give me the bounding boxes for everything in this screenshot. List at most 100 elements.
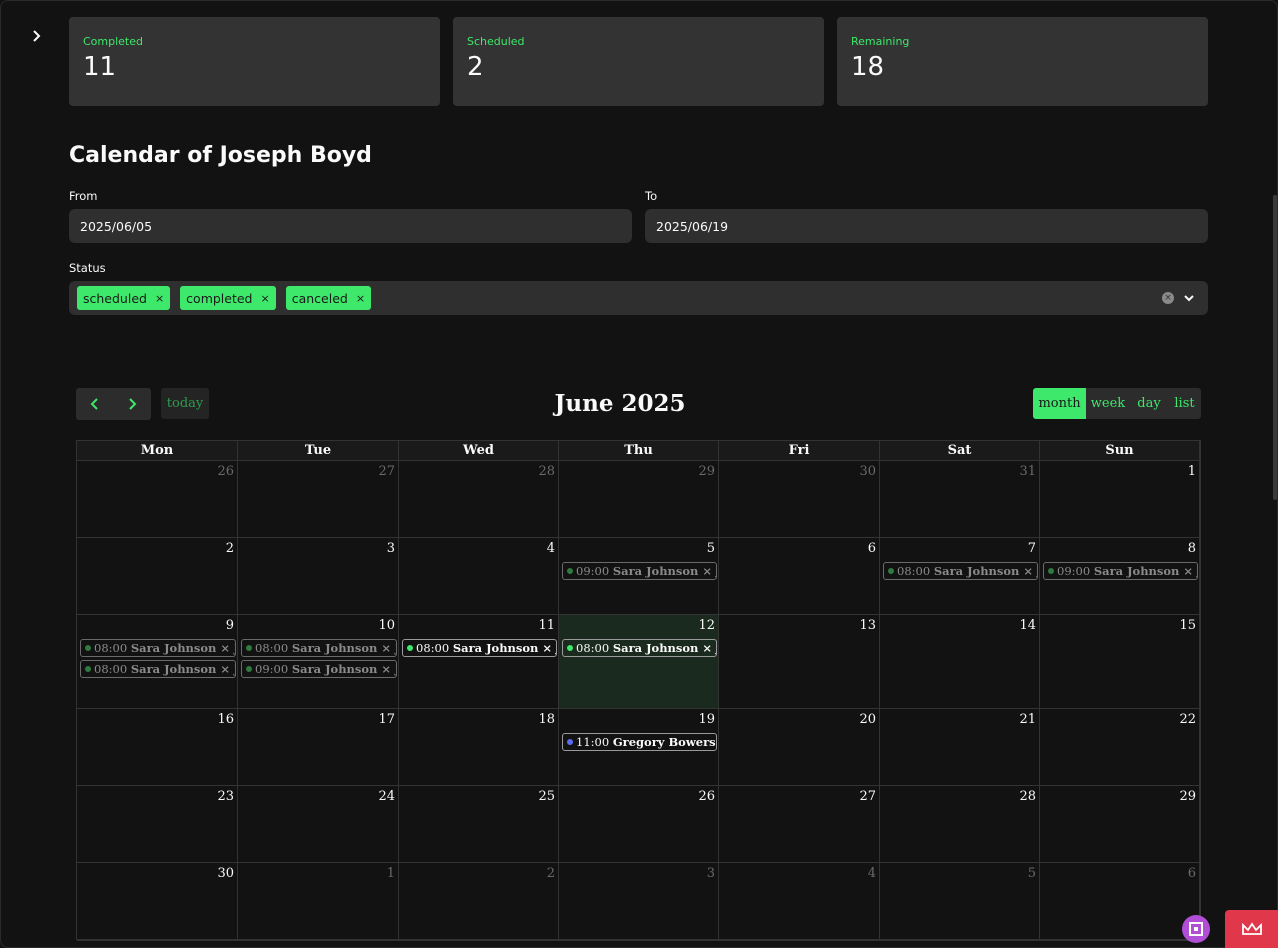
day-number[interactable]: 11 — [538, 618, 555, 633]
day-number[interactable]: 31 — [1019, 464, 1036, 479]
view-month-button[interactable]: month — [1033, 388, 1086, 419]
chip-remove-icon[interactable]: × — [155, 292, 164, 305]
deploy-badge[interactable] — [1225, 910, 1278, 948]
day-number[interactable]: 5 — [1028, 866, 1036, 881]
day-number[interactable]: 26 — [698, 789, 715, 804]
app-badge[interactable] — [1182, 915, 1210, 943]
day-cell[interactable]: 29 — [559, 461, 719, 537]
day-cell[interactable]: 12 08:00 Sara Johnson × Joseph Boyd — [559, 615, 719, 708]
day-number[interactable]: 7 — [1028, 541, 1036, 556]
clear-all-icon[interactable]: × — [1162, 292, 1174, 304]
day-number[interactable]: 15 — [1179, 618, 1196, 633]
day-cell[interactable]: 6 — [1040, 863, 1200, 940]
calendar-event[interactable]: 09:00 Sara Johnson × Joseph Boyd — [1043, 562, 1198, 580]
day-number[interactable]: 27 — [859, 789, 876, 804]
day-cell[interactable]: 29 — [1040, 786, 1200, 862]
day-number[interactable]: 19 — [698, 712, 715, 727]
day-cell[interactable]: 28 — [399, 461, 559, 537]
view-list-button[interactable]: list — [1168, 388, 1201, 419]
day-cell[interactable]: 16 — [77, 709, 238, 785]
day-cell[interactable]: 26 — [559, 786, 719, 862]
day-cell[interactable]: 2 — [399, 863, 559, 940]
status-chip-canceled[interactable]: canceled × — [285, 286, 372, 310]
status-chip-completed[interactable]: completed × — [180, 286, 276, 310]
day-cell[interactable]: 26 — [77, 461, 238, 537]
day-cell[interactable]: 20 — [719, 709, 880, 785]
day-number[interactable]: 4 — [868, 866, 876, 881]
day-cell[interactable]: 11 08:00 Sara Johnson × Joseph Boyd — [399, 615, 559, 708]
day-number[interactable]: 12 — [698, 618, 715, 633]
day-number[interactable]: 16 — [217, 712, 234, 727]
day-cell[interactable]: 24 — [238, 786, 399, 862]
day-cell[interactable]: 31 — [880, 461, 1040, 537]
view-day-button[interactable]: day — [1130, 388, 1168, 419]
chip-remove-icon[interactable]: × — [261, 292, 270, 305]
day-cell[interactable]: 25 — [399, 786, 559, 862]
calendar-event[interactable]: 08:00 Sara Johnson × Joseph Boyd — [80, 660, 236, 678]
day-cell[interactable]: 5 — [880, 863, 1040, 940]
dropdown-toggle[interactable] — [1183, 290, 1195, 309]
day-number[interactable]: 27 — [378, 464, 395, 479]
day-cell[interactable]: 23 — [77, 786, 238, 862]
day-cell[interactable]: 1008:00 Sara Johnson × Joseph Boyd09:00 … — [238, 615, 399, 708]
day-number[interactable]: 26 — [217, 464, 234, 479]
day-cell[interactable]: 28 — [880, 786, 1040, 862]
today-button[interactable]: today — [161, 388, 209, 419]
day-number[interactable]: 23 — [217, 789, 234, 804]
day-cell[interactable]: 22 — [1040, 709, 1200, 785]
day-number[interactable]: 9 — [226, 618, 234, 633]
to-date-input[interactable]: 2025/06/19 — [645, 209, 1208, 243]
day-cell[interactable]: 18 — [399, 709, 559, 785]
day-number[interactable]: 6 — [868, 541, 876, 556]
day-cell[interactable]: 3 — [559, 863, 719, 940]
day-cell[interactable]: 1 — [1040, 461, 1200, 537]
day-number[interactable]: 6 — [1188, 866, 1196, 881]
day-cell[interactable]: 2 — [77, 538, 238, 614]
day-cell[interactable]: 14 — [880, 615, 1040, 708]
calendar-event[interactable]: 11:00 Gregory Bowers × Joseph Boyd — [562, 733, 717, 751]
day-cell[interactable]: 27 — [238, 461, 399, 537]
day-number[interactable]: 2 — [547, 866, 555, 881]
day-cell[interactable]: 9 08:00 Sara Johnson × Joseph Boyd 08:00 S… — [77, 615, 238, 708]
next-month-button[interactable] — [114, 388, 152, 420]
day-number[interactable]: 28 — [538, 464, 555, 479]
calendar-event[interactable]: 08:00 Sara Johnson × Joseph Boyd — [402, 639, 557, 657]
day-cell[interactable]: 30 — [77, 863, 238, 940]
day-number[interactable]: 28 — [1019, 789, 1036, 804]
day-cell[interactable]: 21 — [880, 709, 1040, 785]
day-number[interactable]: 30 — [217, 866, 234, 881]
day-number[interactable]: 4 — [547, 541, 555, 556]
day-cell[interactable]: 5 09:00 Sara Johnson × Joseph Boyd — [559, 538, 719, 614]
calendar-event[interactable]: 08:00 Sara Johnson × Joseph Boyd — [241, 639, 397, 657]
day-number[interactable]: 2 — [226, 541, 234, 556]
day-number[interactable]: 13 — [859, 618, 876, 633]
day-number[interactable]: 20 — [859, 712, 876, 727]
day-number[interactable]: 8 — [1188, 541, 1196, 556]
day-cell[interactable]: 17 — [238, 709, 399, 785]
day-number[interactable]: 29 — [1179, 789, 1196, 804]
day-cell[interactable]: 8 09:00 Sara Johnson × Joseph Boyd — [1040, 538, 1200, 614]
day-number[interactable]: 22 — [1179, 712, 1196, 727]
calendar-event[interactable]: 09:00 Sara Johnson × Joseph Boyd — [241, 660, 397, 678]
sidebar-expand-button[interactable] — [26, 26, 46, 46]
day-number[interactable]: 3 — [707, 866, 715, 881]
day-number[interactable]: 3 — [387, 541, 395, 556]
calendar-event[interactable]: 08:00 Sara Johnson × Joseph Boyd — [80, 639, 236, 657]
prev-month-button[interactable] — [76, 388, 114, 420]
day-cell[interactable]: 13 — [719, 615, 880, 708]
calendar-event[interactable]: 09:00 Sara Johnson × Joseph Boyd — [562, 562, 717, 580]
day-cell[interactable]: 4 — [719, 863, 880, 940]
day-cell[interactable]: 7 08:00 Sara Johnson × Joseph Boyd — [880, 538, 1040, 614]
day-cell[interactable]: 19 11:00 Gregory Bowers × Joseph Boyd — [559, 709, 719, 785]
chip-remove-icon[interactable]: × — [356, 292, 365, 305]
day-number[interactable]: 5 — [707, 541, 715, 556]
day-number[interactable]: 1 — [1188, 464, 1196, 479]
day-number[interactable]: 24 — [378, 789, 395, 804]
day-cell[interactable]: 15 — [1040, 615, 1200, 708]
day-cell[interactable]: 27 — [719, 786, 880, 862]
from-date-input[interactable]: 2025/06/05 — [69, 209, 632, 243]
day-number[interactable]: 25 — [538, 789, 555, 804]
day-cell[interactable]: 6 — [719, 538, 880, 614]
day-cell[interactable]: 3 — [238, 538, 399, 614]
day-number[interactable]: 18 — [538, 712, 555, 727]
